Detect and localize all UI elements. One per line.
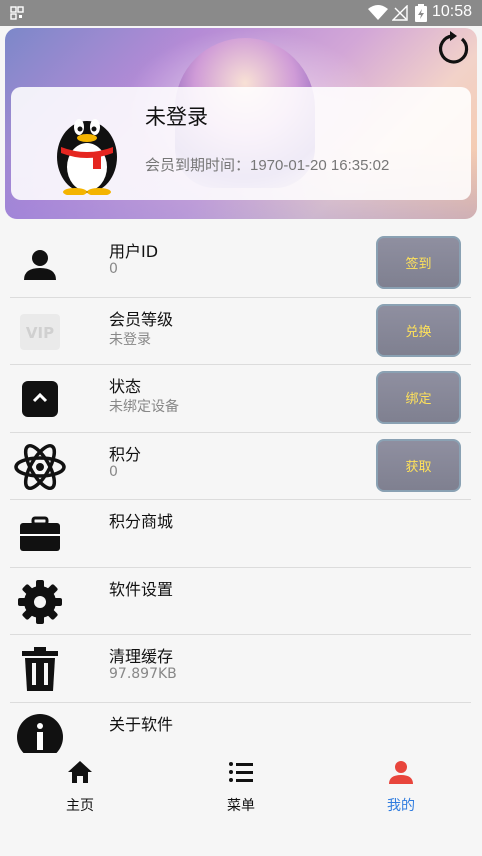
briefcase-icon bbox=[20, 516, 60, 551]
row-title: 关于软件 bbox=[109, 714, 174, 734]
list-menu-icon bbox=[229, 762, 253, 782]
list-item-clear-cache[interactable]: 清理缓存 97.897KB bbox=[10, 635, 471, 703]
row-subtitle: 未登录 bbox=[109, 331, 151, 348]
nav-mine[interactable]: 我的 bbox=[341, 759, 461, 815]
nav-home-label: 主页 bbox=[66, 798, 94, 814]
username-label: 未登录 bbox=[145, 105, 208, 129]
collapse-up-icon bbox=[22, 381, 58, 417]
redeem-button[interactable]: 兑换 bbox=[376, 303, 461, 357]
list-item-points[interactable]: 积分 0 获取 bbox=[10, 433, 471, 500]
row-title: 会员等级 bbox=[109, 309, 174, 329]
list-item-about[interactable]: 关于软件 bbox=[10, 703, 471, 757]
row-subtitle: 未绑定设备 bbox=[109, 399, 179, 415]
penguin-avatar-icon bbox=[57, 119, 117, 195]
person-icon bbox=[389, 761, 413, 784]
home-icon bbox=[68, 761, 92, 783]
atom-icon bbox=[14, 443, 66, 490]
nav-menu-label: 菜单 bbox=[227, 798, 255, 814]
row-subtitle: 0 bbox=[109, 261, 118, 277]
nav-home[interactable]: 主页 bbox=[20, 759, 140, 815]
row-title: 状态 bbox=[109, 377, 142, 396]
info-icon bbox=[17, 713, 63, 757]
profile-card[interactable]: 未登录 会员到期时间：1970-01-20 16:35:02 bbox=[11, 87, 471, 200]
row-subtitle: 0 bbox=[109, 463, 118, 480]
membership-expire-label: 会员到期时间：1970-01-20 16:35:02 bbox=[145, 157, 390, 174]
list-item-software-settings[interactable]: 软件设置 bbox=[10, 568, 471, 635]
battery-icon bbox=[415, 4, 427, 22]
nav-mine-label: 我的 bbox=[387, 798, 415, 814]
settings-list: 用户ID 0 签到 VIP 会员等级 未登录 兑换 状态 未绑定设备 绑定 积分… bbox=[0, 230, 482, 757]
nav-menu[interactable]: 菜单 bbox=[181, 759, 301, 815]
app-notification-icon bbox=[10, 6, 24, 20]
list-item-user-id[interactable]: 用户ID 0 签到 bbox=[10, 230, 471, 298]
wifi-icon bbox=[368, 5, 388, 20]
list-item-points-store[interactable]: 积分商城 bbox=[10, 500, 471, 568]
vip-icon: VIP bbox=[20, 313, 60, 350]
row-title: 积分 bbox=[109, 444, 142, 464]
list-item-vip-level[interactable]: VIP 会员等级 未登录 兑换 bbox=[10, 298, 471, 365]
row-title: 积分商城 bbox=[109, 512, 174, 531]
row-title: 软件设置 bbox=[109, 579, 174, 599]
get-points-button[interactable]: 获取 bbox=[376, 438, 461, 492]
gear-icon bbox=[18, 579, 62, 624]
list-item-status[interactable]: 状态 未绑定设备 绑定 bbox=[10, 365, 471, 433]
no-signal-icon bbox=[392, 5, 408, 21]
status-time: 10:58 bbox=[431, 3, 472, 20]
bind-button[interactable]: 绑定 bbox=[376, 371, 461, 424]
row-title: 清理缓存 bbox=[109, 647, 174, 666]
row-title: 用户ID bbox=[109, 242, 159, 261]
checkin-button[interactable]: 签到 bbox=[376, 236, 461, 289]
trash-icon bbox=[22, 647, 58, 691]
status-bar: 10:58 bbox=[0, 0, 482, 26]
bottom-navigation: 主页 菜单 我的 bbox=[0, 753, 482, 856]
refresh-icon[interactable] bbox=[433, 30, 471, 68]
row-subtitle: 97.897KB bbox=[109, 666, 177, 682]
svg-text:VIP: VIP bbox=[26, 324, 54, 342]
user-icon bbox=[24, 250, 56, 280]
